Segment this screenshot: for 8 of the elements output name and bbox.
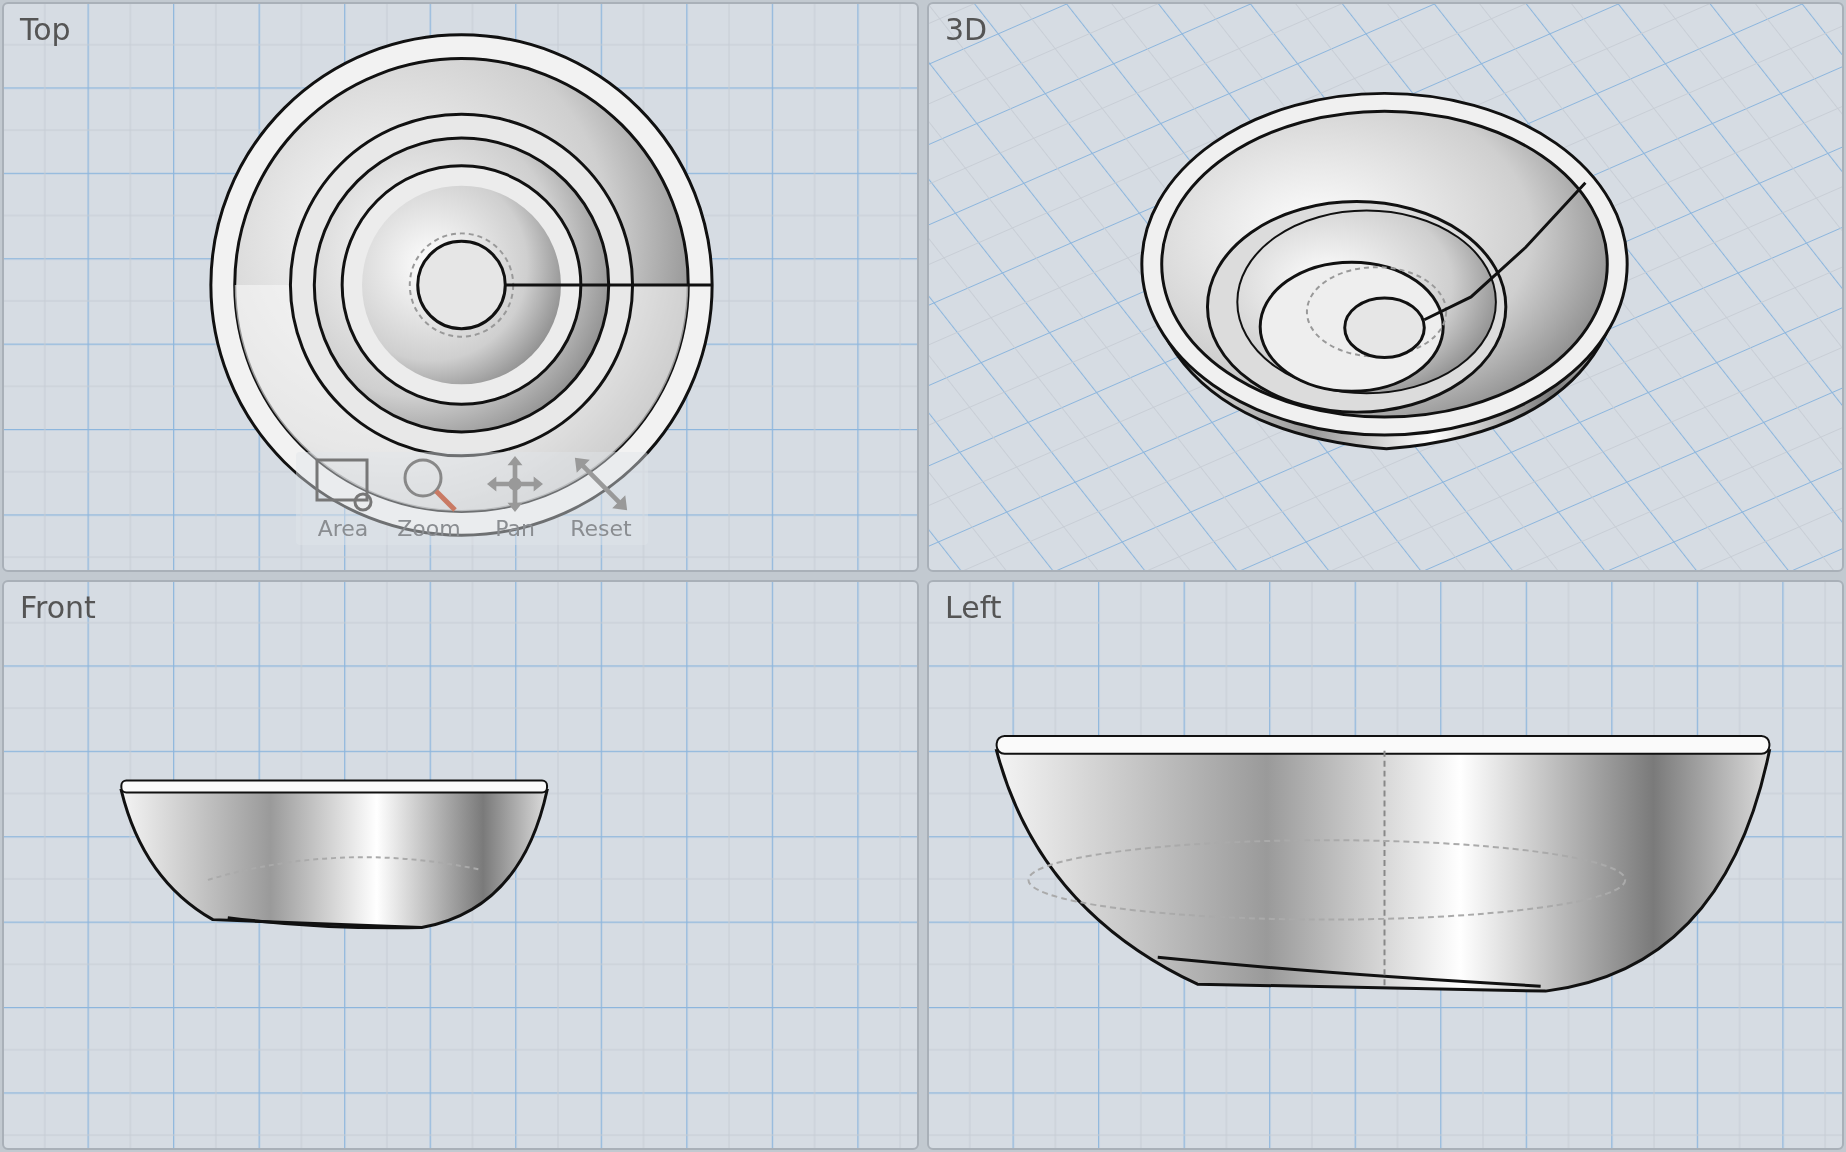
selection-rectangle-icon: [313, 456, 373, 512]
area-button[interactable]: Area: [304, 456, 382, 541]
viewport-label: 3D: [945, 12, 988, 47]
reset-button[interactable]: Reset: [562, 456, 640, 541]
viewport-label: Front: [20, 590, 96, 625]
four-way-arrow-icon: [485, 456, 545, 512]
viewport-label: Left: [945, 590, 1002, 625]
viewport-label: Top: [20, 12, 71, 47]
